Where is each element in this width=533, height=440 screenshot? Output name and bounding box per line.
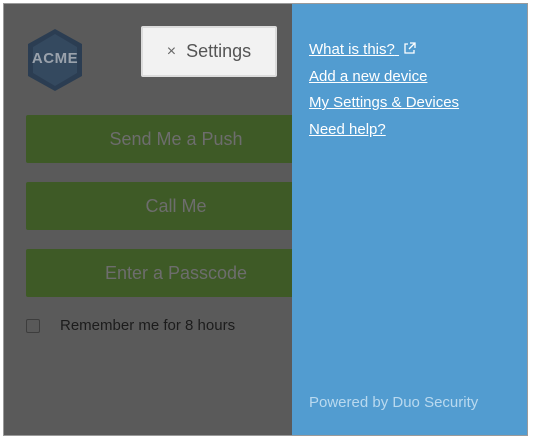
call-me-label: Call Me <box>145 195 207 216</box>
settings-panel: What is this? Add a new device My Settin… <box>292 4 527 435</box>
send-push-label: Send Me a Push <box>109 128 243 149</box>
powered-by-text: Powered by Duo Security <box>309 394 479 411</box>
settings-links: What is this? Add a new device My Settin… <box>309 37 459 143</box>
need-help-label: Need help? <box>309 120 386 138</box>
remember-me-checkbox[interactable] <box>26 318 40 333</box>
what-is-this-link[interactable]: What is this? <box>309 37 459 64</box>
close-icon: × <box>166 42 177 60</box>
logo-text: ACME <box>31 50 79 67</box>
enter-passcode-label: Enter a Passcode <box>104 262 248 283</box>
remember-me-label: Remember me for 8 hours <box>60 317 236 334</box>
send-push-button[interactable]: Send Me a Push <box>26 115 326 163</box>
acme-logo: ACME <box>26 28 84 92</box>
my-settings-devices-label: My Settings & Devices <box>309 94 460 111</box>
external-link-icon <box>404 42 416 54</box>
call-me-button[interactable]: Call Me <box>26 182 326 230</box>
add-new-device-link[interactable]: Add a new device <box>309 64 459 91</box>
close-settings-button[interactable]: × Settings <box>141 26 277 77</box>
remember-me-row: Remember me for 8 hours <box>26 317 235 334</box>
my-settings-devices-link[interactable]: My Settings & Devices <box>309 90 459 117</box>
enter-passcode-button[interactable]: Enter a Passcode <box>26 249 326 297</box>
what-is-this-label: What is this? <box>309 41 395 58</box>
add-new-device-label: Add a new device <box>309 67 428 85</box>
login-area: ACME × Settings Send Me a Push Call Me E… <box>4 4 326 435</box>
need-help-link[interactable]: Need help? <box>309 117 459 144</box>
duo-prompt-frame: ACME × Settings Send Me a Push Call Me E… <box>3 3 528 436</box>
settings-button-label: Settings <box>186 41 252 61</box>
